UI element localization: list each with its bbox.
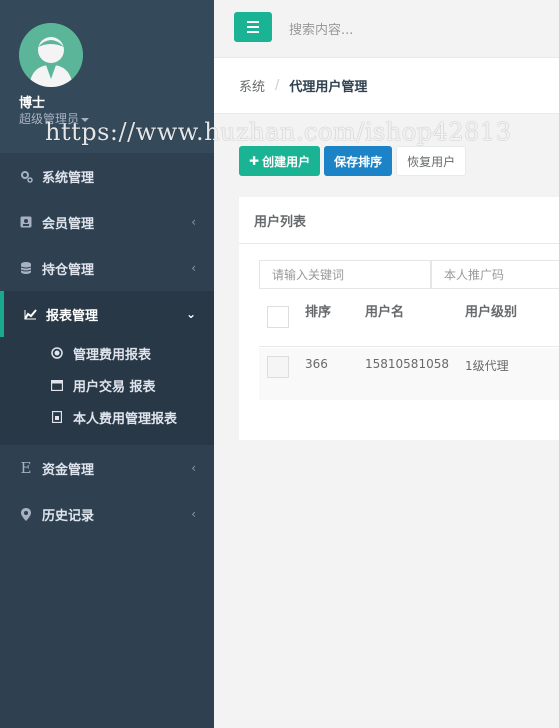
toolbar: ✚ 创建用户 保存排序 恢复用户 [239, 146, 467, 176]
reports-submenu: 管理费用报表 用户交易 报表 本人费用管理报表 [0, 337, 214, 445]
sidebar-item-system[interactable]: 系统管理 [0, 153, 214, 199]
sidebar-item-members[interactable]: 会员管理 ‹ [0, 199, 214, 245]
sidebar-item-reports[interactable]: 报表管理 ⌄ [0, 291, 214, 337]
hamburger-icon [247, 21, 259, 23]
search-input[interactable]: 搜索内容... [289, 19, 353, 38]
breadcrumb: 系统 / 代理用户管理 [214, 58, 559, 114]
select-all-checkbox[interactable] [267, 306, 289, 328]
sidebar-item-positions[interactable]: 持仓管理 ‹ [0, 245, 214, 291]
column-header: 用户名 [365, 305, 405, 320]
map-pin-icon [19, 507, 33, 521]
subitem-label: 管理费用报表 [73, 347, 152, 363]
restore-user-button[interactable]: 恢复用户 [396, 146, 467, 176]
chevron-left-icon: ‹ [191, 507, 196, 521]
subitem-user-trade-report[interactable]: 用户交易 报表 [0, 369, 214, 401]
chevron-left-icon: ‹ [191, 215, 196, 229]
sidebar-item-label: 持仓管理 [42, 262, 95, 278]
database-icon [19, 261, 33, 275]
subitem-label: 用户交易 报表 [73, 379, 156, 395]
sidebar-item-funds[interactable]: E 资金管理 ‹ [0, 445, 214, 491]
sidebar-item-label: 报表管理 [46, 308, 99, 324]
sidebar-item-label: 历史记录 [42, 508, 95, 524]
column-header: 用户级别 [465, 305, 518, 320]
chart-icon [23, 307, 37, 321]
breadcrumb-current: 代理用户管理 [289, 80, 368, 95]
sidebar-item-label: 资金管理 [42, 462, 95, 478]
subitem-management-fee-report[interactable]: 管理费用报表 [0, 337, 214, 369]
watermark-text: https://www.huzhan.com/ishop42813 [45, 118, 512, 146]
column-header: 排序 [305, 305, 332, 320]
save-sort-button[interactable]: 保存排序 [324, 146, 393, 176]
cell-username: 15810581058 [365, 357, 449, 371]
sidebar: 博士 超级管理员 系统管理 会员管理 ‹ 持仓管理 ‹ 报表管理 ⌄ 管理费用报… [0, 0, 214, 728]
panel-title: 用户列表 [239, 197, 559, 244]
user-list-panel: 用户列表 请输入关键词 本人推广码 排序 用户名 用户级别 366 158105… [239, 197, 559, 440]
table-row[interactable]: 366 15810581058 1级代理 [259, 348, 559, 400]
breadcrumb-root[interactable]: 系统 [239, 76, 265, 95]
subitem-own-fee-report[interactable]: 本人费用管理报表 [0, 401, 214, 433]
create-user-label: 创建用户 [262, 154, 311, 169]
main-content: 搜索内容... 系统 / 代理用户管理 ✚ 创建用户 保存排序 恢复用户 用户列表… [214, 0, 559, 728]
breadcrumb-separator: / [275, 78, 280, 93]
sidebar-item-label: 系统管理 [42, 170, 95, 186]
cell-level: 1级代理 [465, 359, 509, 373]
sidebar-item-history[interactable]: 历史记录 ‹ [0, 491, 214, 537]
circle-dot-icon [50, 346, 64, 360]
window-icon [50, 378, 64, 392]
cell-sort: 366 [305, 357, 328, 371]
user-card-icon [19, 215, 33, 229]
chevron-left-icon: ‹ [191, 461, 196, 475]
profile-name: 博士 [19, 96, 46, 111]
row-checkbox[interactable] [267, 356, 289, 378]
chevron-left-icon: ‹ [191, 261, 196, 275]
chevron-down-icon: ⌄ [185, 307, 196, 321]
document-icon [50, 410, 64, 424]
plus-icon: ✚ [249, 154, 260, 168]
table-header: 排序 用户名 用户级别 [259, 289, 559, 347]
keyword-input[interactable]: 请输入关键词 [259, 260, 431, 289]
referral-code-input[interactable]: 本人推广码 [431, 260, 559, 289]
gears-icon [19, 169, 33, 183]
menu-toggle-button[interactable] [234, 12, 272, 42]
sidebar-item-label: 会员管理 [42, 216, 95, 232]
top-navbar: 搜索内容... [214, 0, 559, 58]
create-user-button[interactable]: ✚ 创建用户 [239, 146, 321, 176]
subitem-label: 本人费用管理报表 [73, 411, 178, 427]
avatar[interactable] [19, 23, 83, 87]
euro-icon: E [20, 459, 32, 477]
